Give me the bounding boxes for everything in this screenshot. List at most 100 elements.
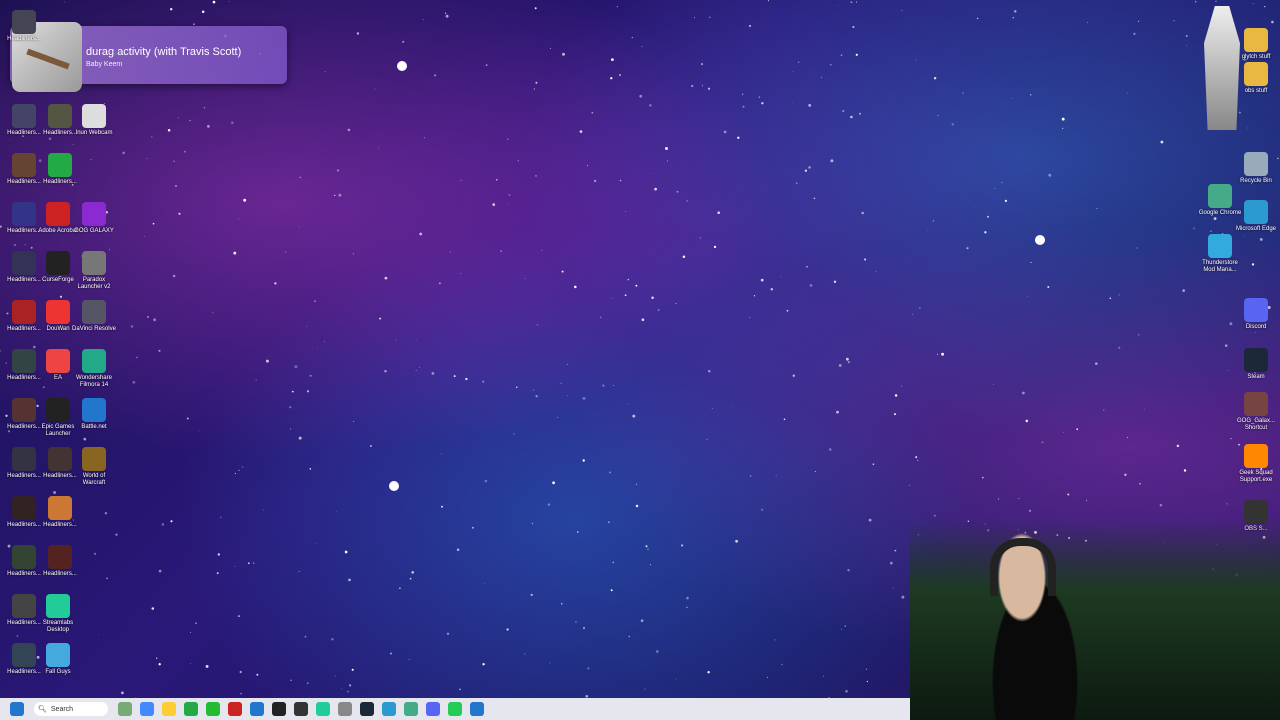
desktop-icon-right[interactable]: Recycle Bin [1234,152,1278,185]
taskbar-app-icon[interactable] [294,702,308,716]
desktop-icon-left[interactable]: Wondershare Filmora 14 [72,349,116,389]
taskbar-app-icon[interactable] [118,702,132,716]
taskbar-app-icon[interactable] [316,702,330,716]
now-playing-widget[interactable]: durag activity (with Travis Scott) Baby … [10,22,287,92]
desktop-icon-left[interactable]: Headliners... [38,545,82,578]
taskbar-app-icon[interactable] [426,702,440,716]
taskbar-app-icon[interactable] [382,702,396,716]
star [30,246,33,249]
desktop-icon-right[interactable]: GOG_Galax... Shortcut [1234,392,1278,432]
taskbar-app-icon[interactable] [404,702,418,716]
desktop-icon-label: obs stuff [1244,88,1268,94]
star [193,23,195,26]
taskbar-app-icon[interactable] [206,702,220,716]
desktop-icon-left[interactable]: Headliners... [2,10,46,43]
taskbar-app-icon[interactable] [360,702,374,716]
taskbar-app-icon[interactable] [470,702,484,716]
app-icon [46,202,70,226]
taskbar-app-icon[interactable] [250,702,264,716]
desktop-icon-right[interactable]: obs stuff [1234,62,1278,95]
desktop-icon-right[interactable]: Geek Squad Support.exe [1234,444,1278,484]
star [649,104,652,107]
star [1137,20,1140,23]
star [1067,493,1070,496]
star [1030,94,1032,96]
star [415,370,417,371]
app-icon [82,398,106,422]
star [72,144,74,145]
star [707,671,710,674]
search-input[interactable]: 🔍︎ Search [34,702,108,716]
star [132,380,136,384]
star [741,93,744,96]
desktop-icon-right[interactable]: Thunderstore Mod Mana... [1198,234,1242,274]
app-icon [1244,152,1268,176]
star [533,88,536,90]
desktop-icon-label: World of Warcraft [82,473,106,486]
desktop-icon-left[interactable]: World of Warcraft [72,447,116,487]
desktop-icon-left[interactable]: Battle.net [72,398,116,431]
star [1159,503,1163,507]
star [855,53,858,56]
star [256,673,259,676]
app-icon [82,251,106,275]
star [997,498,1000,500]
app-icon [46,349,70,373]
star [700,63,704,66]
star [582,397,586,400]
star [962,92,964,94]
star [238,469,240,471]
app-icon [82,349,106,373]
star [587,667,590,670]
star [644,688,646,690]
desktop-icon-right[interactable]: glytch stuff [1234,28,1278,61]
windows-start-icon[interactable] [10,702,24,716]
desktop-icon-left[interactable]: GOG GALAXY [72,202,116,235]
star [901,385,903,387]
desktop-icon-left[interactable]: Fall Guys [36,643,80,676]
star [152,222,155,225]
star [220,516,222,518]
app-icon [12,545,36,569]
star [864,258,867,261]
desktop-icon-right[interactable]: Steam [1234,348,1278,381]
taskbar-app-icon[interactable] [228,702,242,716]
taskbar-app-icon[interactable] [162,702,176,716]
star [1028,509,1032,512]
desktop-icon-left[interactable]: Paradox Launcher v2 [72,251,116,291]
desktop-icon-left[interactable]: Streamlabs Desktop [36,594,80,634]
taskbar-app-icon[interactable] [184,702,198,716]
desktop-icon-left[interactable]: Headliners... [38,153,82,186]
star [927,230,929,231]
star [290,428,292,430]
star [1160,140,1164,144]
star [524,278,526,279]
desktop-icon-right[interactable]: Discord [1234,298,1278,331]
desktop-icon-left[interactable]: Headliners... [38,104,82,137]
star [409,577,412,580]
star [694,17,695,19]
star [237,615,240,618]
star [892,587,894,589]
desktop-icon-left[interactable]: Headliners... [38,496,82,529]
star [207,125,210,128]
taskbar-app-icon[interactable] [140,702,154,716]
star [379,317,382,320]
taskbar-apps [114,702,488,716]
star [761,102,764,105]
star [217,553,221,556]
star [699,237,701,239]
star [915,456,918,459]
desktop-icon-right[interactable]: Microsoft Edge [1234,200,1278,233]
star [758,96,761,98]
desktop-icon-left[interactable]: DaVinci Resolve [72,300,116,333]
taskbar-app-icon[interactable] [272,702,286,716]
star [1030,262,1032,263]
star [186,417,189,420]
app-icon [46,398,70,422]
taskbar-app-icon[interactable] [448,702,462,716]
star [1047,286,1050,288]
taskbar-app-icon[interactable] [338,702,352,716]
star [760,278,764,282]
star [686,596,689,600]
